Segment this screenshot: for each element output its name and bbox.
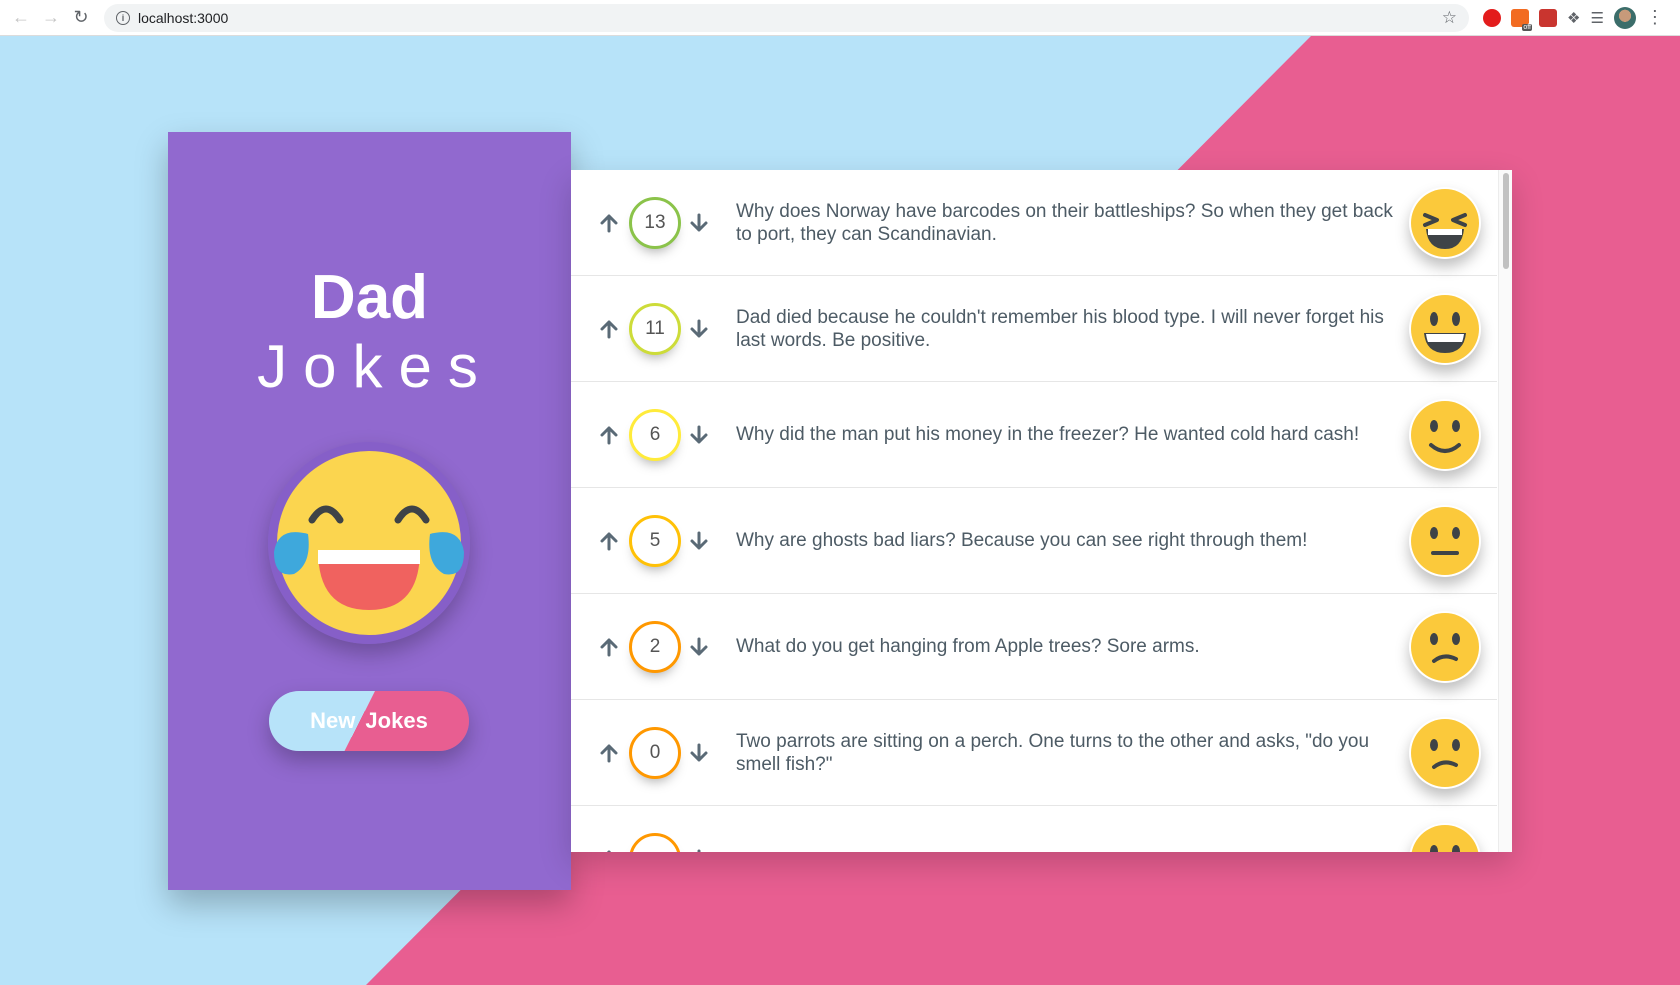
laughing-squint-face-icon	[1409, 187, 1481, 259]
confused-face-icon	[1409, 717, 1481, 789]
joke-text: Why does Norway have barcodes on their b…	[736, 200, 1393, 245]
vote-count: 11	[629, 302, 681, 355]
neutral-face-icon	[1409, 505, 1481, 577]
upvote-arrow-icon[interactable]	[595, 421, 623, 449]
media-queue-icon[interactable]: ☰	[1590, 9, 1603, 27]
upvote-arrow-icon[interactable]	[595, 527, 623, 555]
page-viewport: Dad Jokes New Jokes 13 Why does Norway ha…	[0, 36, 1680, 985]
confused-face-icon	[1409, 823, 1481, 852]
joke-row	[571, 806, 1497, 852]
extensions-area: off ❖ ☰ ⋮	[1483, 6, 1664, 31]
new-jokes-button[interactable]: New Jokes	[269, 691, 469, 751]
downvote-arrow-icon[interactable]	[685, 633, 713, 661]
vote-count: 5	[629, 514, 681, 567]
downvote-arrow-icon[interactable]	[685, 845, 713, 852]
sidebar-panel: Dad Jokes New Jokes	[168, 132, 571, 890]
reload-icon[interactable]: ↻	[66, 3, 96, 33]
downvote-arrow-icon[interactable]	[685, 315, 713, 343]
joke-row: 13 Why does Norway have barcodes on their…	[571, 170, 1497, 276]
downvote-arrow-icon[interactable]	[685, 527, 713, 555]
scrollbar-thumb[interactable]	[1503, 173, 1509, 269]
back-arrow-icon[interactable]: ←	[6, 3, 36, 33]
upvote-arrow-icon[interactable]	[595, 315, 623, 343]
new-jokes-button-label-jokes: Jokes	[365, 708, 428, 733]
bookmark-star-icon[interactable]: ☆	[1442, 8, 1457, 28]
jokes-rows: 13 Why does Norway have barcodes on their…	[571, 170, 1512, 852]
forward-arrow-icon[interactable]: →	[36, 3, 66, 33]
jokes-list[interactable]: 13 Why does Norway have barcodes on their…	[571, 170, 1512, 852]
joke-text: Two parrots are sitting on a perch. One …	[736, 730, 1370, 775]
title-jokes: Jokes	[257, 333, 494, 400]
joke-text: Why are ghosts bad liars? Because you ca…	[736, 530, 1308, 551]
vote-count: 0	[629, 726, 681, 779]
address-bar[interactable]: i localhost:3000 ☆	[104, 3, 1469, 32]
vote-count: 13	[629, 196, 681, 249]
joke-row: 5 Why are ghosts bad liars? Because you c…	[571, 488, 1497, 594]
downvote-arrow-icon[interactable]	[685, 421, 713, 449]
vote-count	[629, 832, 681, 852]
url-text[interactable]: localhost:3000	[138, 10, 228, 26]
joke-text: What do you get hanging from Apple trees…	[736, 636, 1200, 657]
puzzle-icon[interactable]: ❖	[1567, 9, 1580, 27]
downvote-arrow-icon[interactable]	[685, 739, 713, 767]
off-extension-icon[interactable]: off	[1511, 8, 1532, 31]
joke-row: 0 Two parrots are sitting on a perch. One…	[571, 700, 1497, 806]
grinning-face-icon	[1409, 293, 1481, 365]
upvote-arrow-icon[interactable]	[595, 633, 623, 661]
upvote-arrow-icon[interactable]	[595, 739, 623, 767]
browser-toolbar: ← → ↻ i localhost:3000 ☆ off ❖ ☰ ⋮	[0, 0, 1680, 36]
vote-count: 2	[629, 620, 681, 673]
title-dad: Dad	[310, 263, 429, 332]
extension-badge: off	[1522, 23, 1532, 31]
opera-extension-icon[interactable]	[1483, 8, 1501, 27]
laughing-tears-emoji-icon	[268, 442, 470, 644]
smile-face-icon	[1409, 399, 1481, 471]
upvote-arrow-icon[interactable]	[595, 845, 623, 852]
joke-row: 11 Dad died because he couldn't remember …	[571, 276, 1497, 382]
new-jokes-button-label-new: New	[310, 708, 356, 733]
joke-text: Dad died because he couldn't remember hi…	[736, 306, 1384, 351]
red-extension-icon[interactable]	[1539, 8, 1557, 27]
downvote-arrow-icon[interactable]	[685, 209, 713, 237]
upvote-arrow-icon[interactable]	[595, 209, 623, 237]
confused-face-icon	[1409, 611, 1481, 683]
kebab-menu-icon[interactable]: ⋮	[1646, 7, 1664, 28]
vote-count: 6	[629, 408, 681, 461]
scrollbar-track[interactable]	[1498, 170, 1512, 852]
joke-row: 6 Why did the man put his money in the fr…	[571, 382, 1497, 488]
info-icon[interactable]: i	[116, 10, 130, 25]
profile-avatar[interactable]	[1613, 6, 1636, 29]
joke-text: Why did the man put his money in the fre…	[736, 424, 1360, 445]
joke-row: 2 What do you get hanging from Apple tree…	[571, 594, 1497, 700]
